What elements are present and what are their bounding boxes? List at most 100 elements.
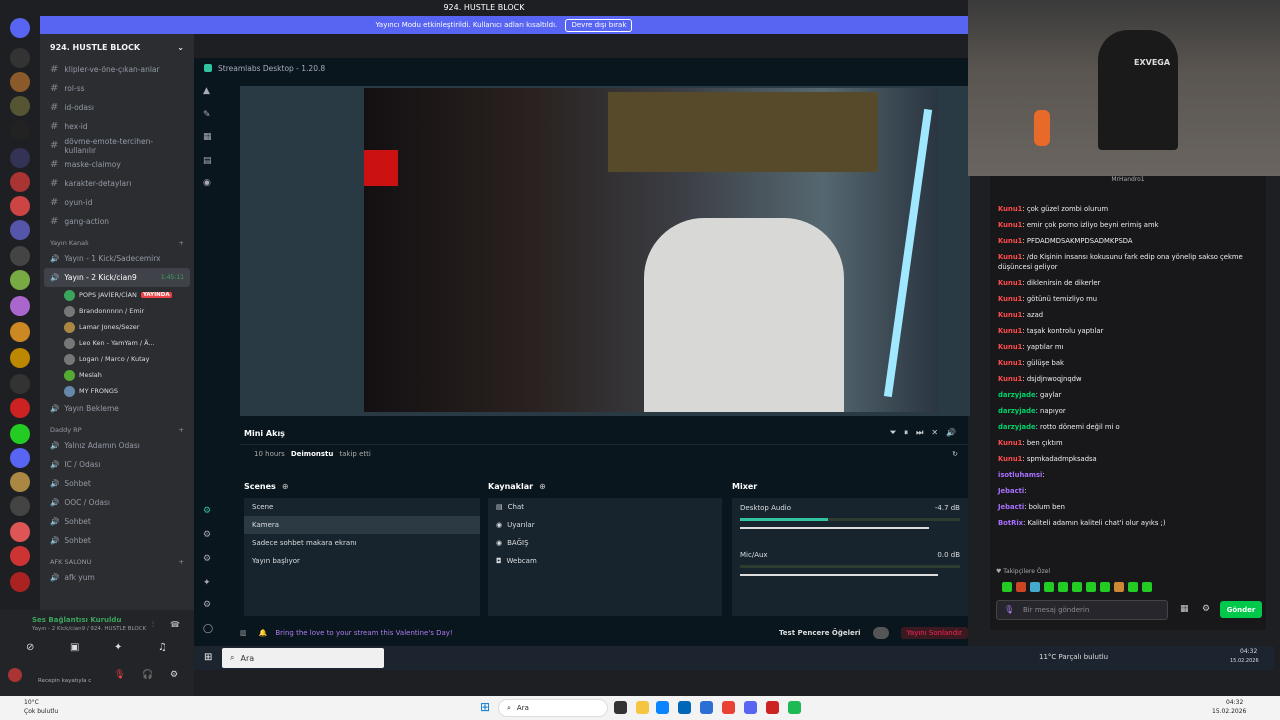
- server-header[interactable]: 924. HUSTLE BLOCK ⌄: [40, 34, 194, 60]
- text-channel[interactable]: # klipler-ve-öne-çıkan-anlar: [40, 60, 194, 79]
- text-channel[interactable]: # gang-action: [40, 212, 194, 231]
- emote-icon[interactable]: [1058, 582, 1068, 592]
- disconnect-icon[interactable]: ☎: [170, 620, 180, 629]
- stream-preview[interactable]: [240, 86, 970, 416]
- send-button[interactable]: Gönder: [1220, 601, 1262, 618]
- soundboard-icon[interactable]: ♫: [158, 642, 167, 653]
- source-item[interactable]: ◉ Uyarılar: [488, 516, 722, 534]
- chat-username[interactable]: isotluhamsi: [998, 471, 1042, 479]
- store-icon[interactable]: [678, 701, 691, 714]
- chat-username[interactable]: darzyjade: [998, 407, 1036, 415]
- chat-username[interactable]: darzyjade: [998, 391, 1036, 399]
- captured-search[interactable]: ⌕ Ara: [222, 648, 384, 668]
- settings-icon[interactable]: ⚙: [1202, 604, 1210, 614]
- server-icon[interactable]: [10, 374, 30, 394]
- chat-username[interactable]: darzyjade: [998, 423, 1036, 431]
- chat-username[interactable]: Kunu1: [998, 221, 1022, 229]
- add-scene-icon[interactable]: ⊕: [282, 482, 289, 491]
- server-icon[interactable]: [10, 546, 30, 566]
- magic-icon[interactable]: ✦: [203, 578, 211, 588]
- discord-icon[interactable]: [744, 701, 757, 714]
- app-icon[interactable]: [766, 701, 779, 714]
- voice-channel[interactable]: 🔊 afk yum: [40, 568, 194, 587]
- server-icon[interactable]: [10, 496, 30, 516]
- emote-icon[interactable]: [1128, 582, 1138, 592]
- emote-icon[interactable]: [1100, 582, 1110, 592]
- text-channel[interactable]: # maske-claimoy: [40, 155, 194, 174]
- feed-controls[interactable]: ⏷⏸⏭✕🔊: [890, 428, 964, 438]
- voice-user[interactable]: Meslah: [40, 367, 194, 383]
- gear-icon[interactable]: ⚙: [203, 600, 211, 610]
- chat-username[interactable]: Kunu1: [998, 295, 1022, 303]
- settings-icon[interactable]: ⚙: [170, 670, 178, 680]
- taskview-icon[interactable]: [614, 701, 627, 714]
- chat-username[interactable]: Jebacti: [998, 487, 1024, 495]
- chat-username[interactable]: Kunu1: [998, 375, 1022, 383]
- source-item[interactable]: ◉ BAĞIŞ: [488, 534, 722, 552]
- server-icon[interactable]: [10, 348, 30, 368]
- headphones-icon[interactable]: 🎧: [142, 670, 153, 680]
- emote-icon[interactable]: [1030, 582, 1040, 592]
- windows-start-icon[interactable]: ⊞: [204, 652, 212, 663]
- voice-user[interactable]: Logan / Marco / Kutay: [40, 351, 194, 367]
- server-icon[interactable]: [10, 72, 30, 92]
- source-item[interactable]: ▤ Chat: [488, 498, 722, 516]
- voice-user[interactable]: POPS JAVİER/CİAN YAYINDA: [40, 287, 194, 303]
- mic-icon[interactable]: 🎙: [1004, 605, 1014, 614]
- category-header[interactable]: AFK SALONU +: [40, 550, 194, 568]
- chrome-icon[interactable]: [722, 701, 735, 714]
- text-channel[interactable]: # oyun-id: [40, 193, 194, 212]
- record-icon[interactable]: ◉: [203, 178, 211, 188]
- store-icon[interactable]: ▦: [203, 132, 212, 142]
- vscode-icon[interactable]: [700, 701, 713, 714]
- server-icon[interactable]: [10, 522, 30, 542]
- noise-suppression-icon[interactable]: ⫶: [152, 620, 154, 630]
- scene-item[interactable]: Yayın başlıyor: [244, 552, 480, 570]
- chat-username[interactable]: Kunu1: [998, 311, 1022, 319]
- edge-icon[interactable]: [656, 701, 669, 714]
- text-channel[interactable]: # id-odası: [40, 98, 194, 117]
- editor-icon[interactable]: ▲: [203, 86, 210, 96]
- test-widgets-toggle[interactable]: [872, 627, 889, 639]
- server-icon[interactable]: [10, 296, 30, 316]
- add-source-icon[interactable]: ⊕: [539, 482, 546, 491]
- disable-streamer-mode-button[interactable]: Devre dışı bırak: [565, 19, 633, 32]
- voice-channel[interactable]: 🔊 Yalnız Adamın Odası: [40, 436, 194, 455]
- voice-user[interactable]: Lamar Jones/Sezer: [40, 319, 194, 335]
- server-icon[interactable]: [10, 246, 30, 266]
- studio-mode-icon[interactable]: ⚙: [203, 506, 211, 516]
- test-widgets-label[interactable]: Test Pencere Öğeleri: [779, 629, 861, 637]
- server-icon[interactable]: [10, 322, 30, 342]
- chat-input[interactable]: Bir mesaj gönderin: [996, 600, 1168, 620]
- emote-icon[interactable]: [1086, 582, 1096, 592]
- voice-user[interactable]: Brandonnnnn / Emir: [40, 303, 194, 319]
- text-channel[interactable]: # hex-id: [40, 117, 194, 136]
- server-icon[interactable]: [10, 48, 30, 68]
- scene-item[interactable]: Scene: [244, 498, 480, 516]
- home-icon[interactable]: [10, 18, 30, 38]
- plus-icon[interactable]: +: [179, 239, 184, 249]
- promo-text[interactable]: Bring the love to your stream this Valen…: [275, 629, 452, 637]
- taskbar-search[interactable]: ⌕ Ara: [498, 699, 608, 717]
- voice-user[interactable]: MY FRONGS: [40, 383, 194, 399]
- volume-slider[interactable]: [740, 527, 930, 529]
- source-item[interactable]: ◘ Webcam: [488, 552, 722, 570]
- server-icon[interactable]: [10, 196, 30, 216]
- chat-username[interactable]: Kunu1: [998, 327, 1022, 335]
- server-icon[interactable]: [10, 472, 30, 492]
- settings-icon[interactable]: ⚙: [203, 530, 211, 540]
- chat-username[interactable]: Kunu1: [998, 455, 1022, 463]
- chat-username[interactable]: Kunu1: [998, 205, 1022, 213]
- server-icon[interactable]: [10, 398, 30, 418]
- screenshare-icon[interactable]: ▣: [70, 642, 79, 653]
- category-header[interactable]: Daddy RP +: [40, 418, 194, 436]
- text-channel[interactable]: # karakter-detayları: [40, 174, 194, 193]
- video-icon[interactable]: ⊘: [26, 642, 34, 653]
- chat-username[interactable]: Kunu1: [998, 279, 1022, 287]
- emote-icon[interactable]: [1072, 582, 1082, 592]
- end-stream-button[interactable]: Yayını Sonlandır: [900, 627, 968, 639]
- stats-icon[interactable]: ▥: [240, 629, 247, 637]
- volume-slider[interactable]: [740, 574, 938, 576]
- emote-icon[interactable]: [1044, 582, 1054, 592]
- emote-icon[interactable]: [1002, 582, 1012, 592]
